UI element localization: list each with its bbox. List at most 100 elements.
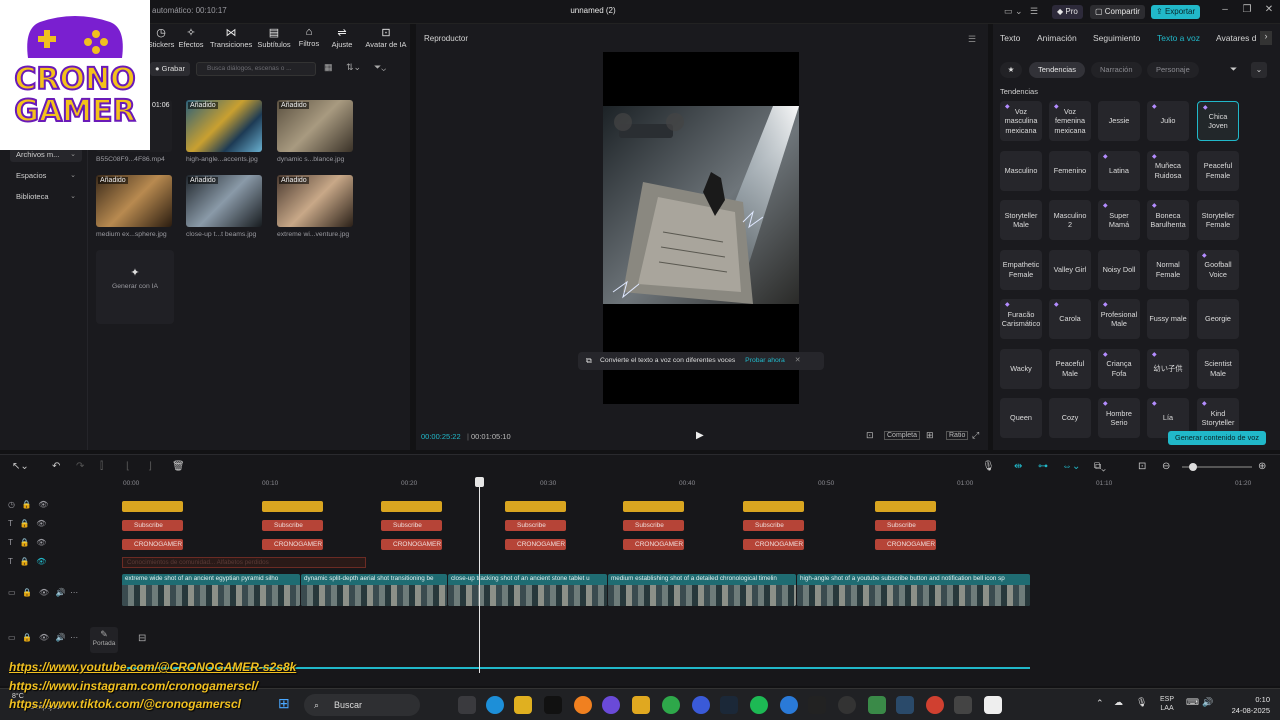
- app-icon[interactable]: [954, 696, 972, 714]
- maximize-icon[interactable]: ❐: [1239, 4, 1255, 20]
- lock-icon[interactable]: 🔒: [20, 519, 30, 528]
- menu-icon[interactable]: ☰: [1030, 6, 1038, 17]
- browser-icon[interactable]: [780, 696, 798, 714]
- lock-icon[interactable]: 🔒: [20, 538, 30, 547]
- sort-icon[interactable]: ⇅⌄: [346, 62, 361, 73]
- link-icon[interactable]: ⇹: [1014, 461, 1022, 472]
- cronogamer-text-clip[interactable]: CRONOGAMER: [875, 539, 936, 550]
- tab-text-to-speech[interactable]: Texto a voz: [1157, 33, 1200, 43]
- voice-option[interactable]: ◆ Carola: [1049, 299, 1091, 339]
- tab-tracking[interactable]: Seguimiento: [1093, 33, 1140, 43]
- layout-icon[interactable]: ▭ ⌄: [1004, 6, 1023, 17]
- audio-icon[interactable]: 🔊: [56, 588, 66, 597]
- generate-ai-button[interactable]: ✦ Generar con IA: [96, 250, 174, 324]
- voice-option[interactable]: Storyteller Male: [1000, 200, 1042, 240]
- voice-option[interactable]: Femenino: [1049, 150, 1091, 191]
- file-explorer-icon[interactable]: [632, 696, 650, 714]
- more-icon[interactable]: ⋯: [70, 633, 78, 642]
- favorites-button[interactable]: ★: [1000, 62, 1022, 78]
- microphone-tray-icon[interactable]: 🎙: [1136, 697, 1147, 708]
- video-clip[interactable]: high-angle shot of a youtube subscribe b…: [797, 574, 1030, 606]
- sidebar-item-library[interactable]: Biblioteca ⌄: [10, 190, 82, 204]
- voice-option[interactable]: Masculino: [1000, 150, 1042, 191]
- redo-icon[interactable]: ↷: [76, 461, 84, 472]
- voice-option[interactable]: ◆ 幼い子供: [1147, 348, 1189, 389]
- sticker-clip[interactable]: [743, 501, 804, 512]
- tool-effects[interactable]: ✧ Efectos: [170, 26, 212, 49]
- voice-option[interactable]: ◆ Muñeca Ruidosa: [1147, 150, 1189, 191]
- taskbar-search[interactable]: ⌕ Buscar: [304, 694, 420, 716]
- cronogamer-text-clip[interactable]: CRONOGAMER: [505, 539, 566, 550]
- windows-start-icon[interactable]: ⊞: [278, 695, 296, 713]
- voice-option[interactable]: ◆ Super Mamá: [1098, 200, 1140, 240]
- voice-option[interactable]: Masculino 2: [1049, 200, 1091, 240]
- playhead[interactable]: [479, 483, 480, 673]
- voice-option[interactable]: ◆ Criança Fofa: [1098, 348, 1140, 389]
- volume-icon[interactable]: 🔊: [1202, 697, 1213, 708]
- lock-icon[interactable]: 🔒: [22, 588, 32, 597]
- capcut-active-icon[interactable]: [984, 696, 1002, 714]
- split-right-icon[interactable]: ⌋: [148, 461, 152, 472]
- voice-option[interactable]: Peaceful Male: [1049, 348, 1091, 389]
- media-thumb[interactable]: Añadido: [186, 100, 262, 152]
- steam-icon[interactable]: [720, 696, 738, 714]
- app-icon[interactable]: [896, 696, 914, 714]
- zoom-app-icon[interactable]: [692, 696, 710, 714]
- voice-option[interactable]: ◆ Chica Joven: [1197, 101, 1239, 141]
- tray-chevron-icon[interactable]: ⌃: [1096, 698, 1104, 709]
- edge-browser-icon[interactable]: [486, 696, 504, 714]
- close-icon[interactable]: ✕: [1261, 4, 1277, 20]
- sticker-clip[interactable]: [505, 501, 566, 512]
- preview-axis-icon[interactable]: ⧉⌄: [1094, 461, 1106, 472]
- quality-select[interactable]: Completa: [884, 431, 920, 440]
- excel-icon[interactable]: [514, 696, 532, 714]
- record-button[interactable]: ● Grabar: [150, 62, 190, 76]
- media-thumb[interactable]: Añadido: [186, 175, 262, 227]
- video-clip[interactable]: extreme wide shot of an ancient egyptian…: [122, 574, 300, 606]
- more-icon[interactable]: ⋯: [70, 588, 78, 597]
- sticker-clip[interactable]: [875, 501, 936, 512]
- capcut-icon[interactable]: [808, 696, 826, 714]
- video-clip[interactable]: medium establishing shot of a detailed c…: [608, 574, 796, 606]
- subscribe-text-clip[interactable]: Subscribe: [381, 520, 442, 531]
- export-button[interactable]: ⇪ Exportar: [1151, 5, 1201, 19]
- task-view-icon[interactable]: [458, 696, 476, 714]
- tab-avatars[interactable]: Avatares d: [1216, 33, 1256, 43]
- grid-view-icon[interactable]: ▦: [324, 62, 333, 73]
- voice-option[interactable]: ◆ Goofball Voice: [1197, 249, 1239, 290]
- system-clock[interactable]: 0:10 24-08-2025: [1220, 694, 1270, 716]
- generate-voice-button[interactable]: Generar contenido de voz: [1168, 431, 1266, 445]
- fullscreen-icon[interactable]: ⤢: [972, 430, 979, 441]
- video-clip[interactable]: dynamic split-depth aerial shot transiti…: [301, 574, 447, 606]
- voice-option[interactable]: ◆ Voz femenina mexicana: [1049, 101, 1091, 141]
- voice-option[interactable]: Fussy male: [1147, 299, 1189, 339]
- zoom-in-icon[interactable]: ⊕: [1258, 461, 1266, 472]
- cronogamer-text-clip[interactable]: CRONOGAMER: [623, 539, 684, 550]
- filter-icon[interactable]: ⏷⌄: [374, 62, 386, 73]
- filter-narration[interactable]: Narración: [1091, 62, 1142, 78]
- cover-button[interactable]: ✎ Portada: [90, 627, 118, 653]
- audio-icon[interactable]: 🔊: [56, 633, 66, 642]
- play-icon[interactable]: ▶: [696, 430, 704, 441]
- tool-transitions[interactable]: ⋈ Transiciones: [210, 26, 252, 49]
- filter-character[interactable]: Personaje: [1147, 62, 1199, 78]
- sticker-clip[interactable]: [623, 501, 684, 512]
- subscribe-text-clip[interactable]: Subscribe: [122, 520, 183, 531]
- delete-icon[interactable]: 🗑: [172, 461, 185, 472]
- youtube-link[interactable]: https://www.youtube.com/@CRONOGAMER-s2s8…: [9, 660, 296, 674]
- select-tool-icon[interactable]: ↖⌄: [12, 461, 29, 472]
- tab-animation[interactable]: Animación: [1037, 33, 1077, 43]
- eye-icon[interactable]: 👁: [36, 538, 46, 547]
- voice-option[interactable]: Queen: [1000, 398, 1042, 438]
- tab-text[interactable]: Texto: [1000, 33, 1020, 43]
- chevron-right-icon[interactable]: ›: [1260, 31, 1272, 45]
- zoom-slider-knob[interactable]: [1189, 463, 1197, 471]
- sticker-clip[interactable]: [262, 501, 323, 512]
- sticker-clip[interactable]: [122, 501, 183, 512]
- voice-option[interactable]: Peaceful Female: [1197, 150, 1239, 191]
- voice-option[interactable]: ◆ Latina: [1098, 150, 1140, 191]
- app-icon[interactable]: [574, 696, 592, 714]
- zoom-fit-icon[interactable]: ⊞: [926, 430, 934, 441]
- subscribe-text-clip[interactable]: Subscribe: [623, 520, 684, 531]
- filter-icon[interactable]: ⏷: [1230, 64, 1237, 75]
